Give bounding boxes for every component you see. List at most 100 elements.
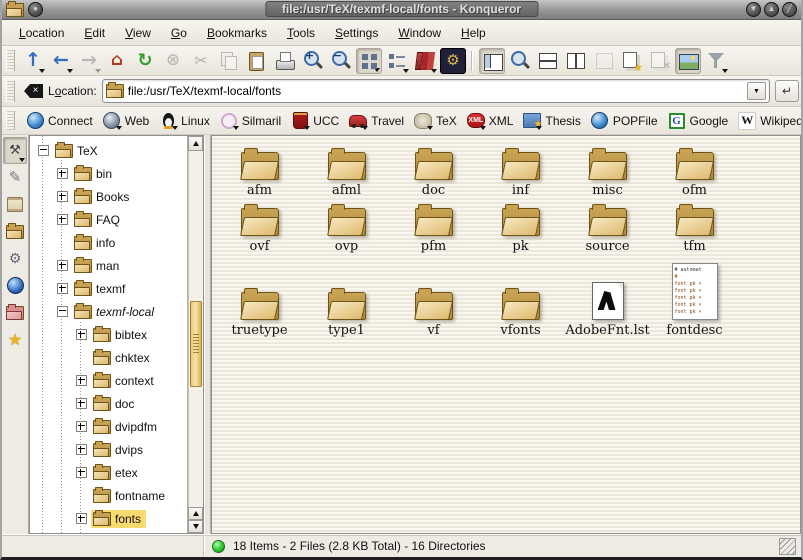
tree-item-bibtex[interactable]: bibtex [30,323,187,346]
sidebar-services-button[interactable]: ⚙ [3,245,27,272]
menu-bookmarks[interactable]: Bookmarks [198,23,276,43]
home-button[interactable]: ⌂ [104,48,130,74]
tree-item-dvipdfm[interactable]: dvipdfm [30,415,187,438]
copy-button[interactable] [216,48,242,74]
folder-ovp[interactable]: ovp [303,198,390,254]
panel-splitter[interactable] [204,135,211,534]
split-view-top-bottom-button[interactable] [535,48,561,74]
filter-button[interactable] [703,48,729,74]
up-button[interactable]: ↑ [20,48,46,74]
tree-item-texmf-local[interactable]: texmf-local [30,300,187,323]
menu-go[interactable]: Go [162,23,196,43]
go-button[interactable]: ↵ [775,80,799,102]
folder-type1[interactable]: type1 [303,254,390,338]
tree-scrollbar[interactable] [187,136,203,533]
tree-item-info[interactable]: info [30,231,187,254]
tree-expander[interactable] [57,260,68,271]
tree-item-etex[interactable]: etex [30,461,187,484]
tree-item-faq[interactable]: FAQ [30,208,187,231]
tree-expander[interactable] [57,168,68,179]
bookmark-popfile[interactable]: POPFile [586,111,663,130]
file-fontdesc[interactable]: # automat#font pk ×font pk ×font pk ×fon… [651,254,738,338]
folder-ofm[interactable]: ofm [651,142,738,198]
folder-tfm[interactable]: tfm [651,198,738,254]
folder-vfonts[interactable]: vfonts [477,254,564,338]
sidebar-root-folder-button[interactable] [3,299,27,326]
menu-view[interactable]: View [116,23,160,43]
folder-vf[interactable]: vf [390,254,477,338]
menu-help[interactable]: Help [452,23,495,43]
reload-button[interactable]: ↻ [132,48,158,74]
tree-expander[interactable] [76,375,87,386]
tree-expander[interactable] [57,283,68,294]
tree-item-bin[interactable]: bin [30,162,187,185]
find-button[interactable] [507,48,533,74]
toolbar-separator[interactable] [468,48,477,74]
tree-item-fonts[interactable]: fonts [30,507,187,530]
tree-expander[interactable] [57,306,68,317]
bookmark-toolbar-handle[interactable] [6,111,15,130]
tree-expander[interactable] [57,191,68,202]
back-button[interactable]: ← [48,48,74,74]
sidebar-network-button[interactable] [3,272,27,299]
bookmark-tex[interactable]: TeX [409,111,462,130]
title-bar[interactable]: ● file:/usr/TeX/texmf-local/fonts - Konq… [2,0,801,20]
resize-grip[interactable] [779,538,796,555]
close-button[interactable]: ╱ [782,2,797,17]
icon-view-button[interactable] [356,48,382,74]
bookmark-xml[interactable]: XML XML [462,111,519,130]
scrollbar-track[interactable] [188,151,203,507]
stop-button[interactable]: ⊗ [160,48,186,74]
toolbar-handle[interactable] [6,50,15,70]
tree-item-chktex[interactable]: chktex [30,346,187,369]
clear-location-icon[interactable]: × [24,84,43,98]
file-adobefnt-lst[interactable]: AdobeFnt.lst [564,254,651,338]
folder-afml[interactable]: afml [303,142,390,198]
menu-location[interactable]: Location [10,23,73,43]
menu-tools[interactable]: Tools [278,23,324,43]
folder-pfm[interactable]: pfm [390,198,477,254]
location-toolbar-handle[interactable] [6,81,15,102]
bookmark-travel[interactable]: Travel [344,111,409,130]
bookmark-web[interactable]: Web [98,111,154,130]
sidebar-bookmarks-button[interactable]: ★ [3,326,27,353]
tree-expander[interactable] [76,444,87,455]
tree-expander[interactable] [76,329,87,340]
tree-expander[interactable] [38,145,49,156]
bookmarks-books-button[interactable] [412,48,438,74]
close-tab-button[interactable]: ✕ [647,48,673,74]
split-view-left-right-button[interactable] [563,48,589,74]
location-input[interactable] [128,84,743,98]
tree-expander[interactable] [76,398,87,409]
bookmark-linux[interactable]: Linux [154,111,215,130]
new-tab-button[interactable]: ★ [619,48,645,74]
bookmark-wikipedia[interactable]: W Wikipedia [733,111,803,130]
bookmark-thesis[interactable]: Thesis [518,111,585,130]
sidebar-history-button[interactable] [3,191,27,218]
folder-pk[interactable]: pk [477,198,564,254]
bookmark-ucc[interactable]: UCC [286,111,344,130]
tree-item-dvips[interactable]: dvips [30,438,187,461]
list-view-button[interactable] [384,48,410,74]
cut-button[interactable]: ✂ [188,48,214,74]
maximize-button[interactable]: ▲ [764,2,779,17]
minimize-button[interactable]: ▼ [746,2,761,17]
bookmark-connect[interactable]: Connect [21,111,98,130]
sidebar-home-folder-button[interactable] [3,218,27,245]
folder-ovf[interactable]: ovf [216,198,303,254]
tree-item-tex[interactable]: TeX [30,139,187,162]
forward-button[interactable]: → [76,48,102,74]
scroll-up-button[interactable] [188,136,203,151]
folder-source[interactable]: source [564,198,651,254]
image-preview-button[interactable] [675,48,701,74]
location-dropdown-button[interactable]: ▼ [747,82,766,100]
tree-item-books[interactable]: Books [30,185,187,208]
print-button[interactable] [272,48,298,74]
bookmark-google[interactable]: G Google [663,111,734,130]
tree-item-fontname[interactable]: fontname [30,484,187,507]
konqueror-gear-button[interactable]: ⚙ [440,48,466,74]
tree-item-doc[interactable]: doc [30,392,187,415]
scroll-down-button[interactable] [188,520,203,533]
tree-item-texmf[interactable]: texmf [30,277,187,300]
folder-misc[interactable]: misc [564,142,651,198]
